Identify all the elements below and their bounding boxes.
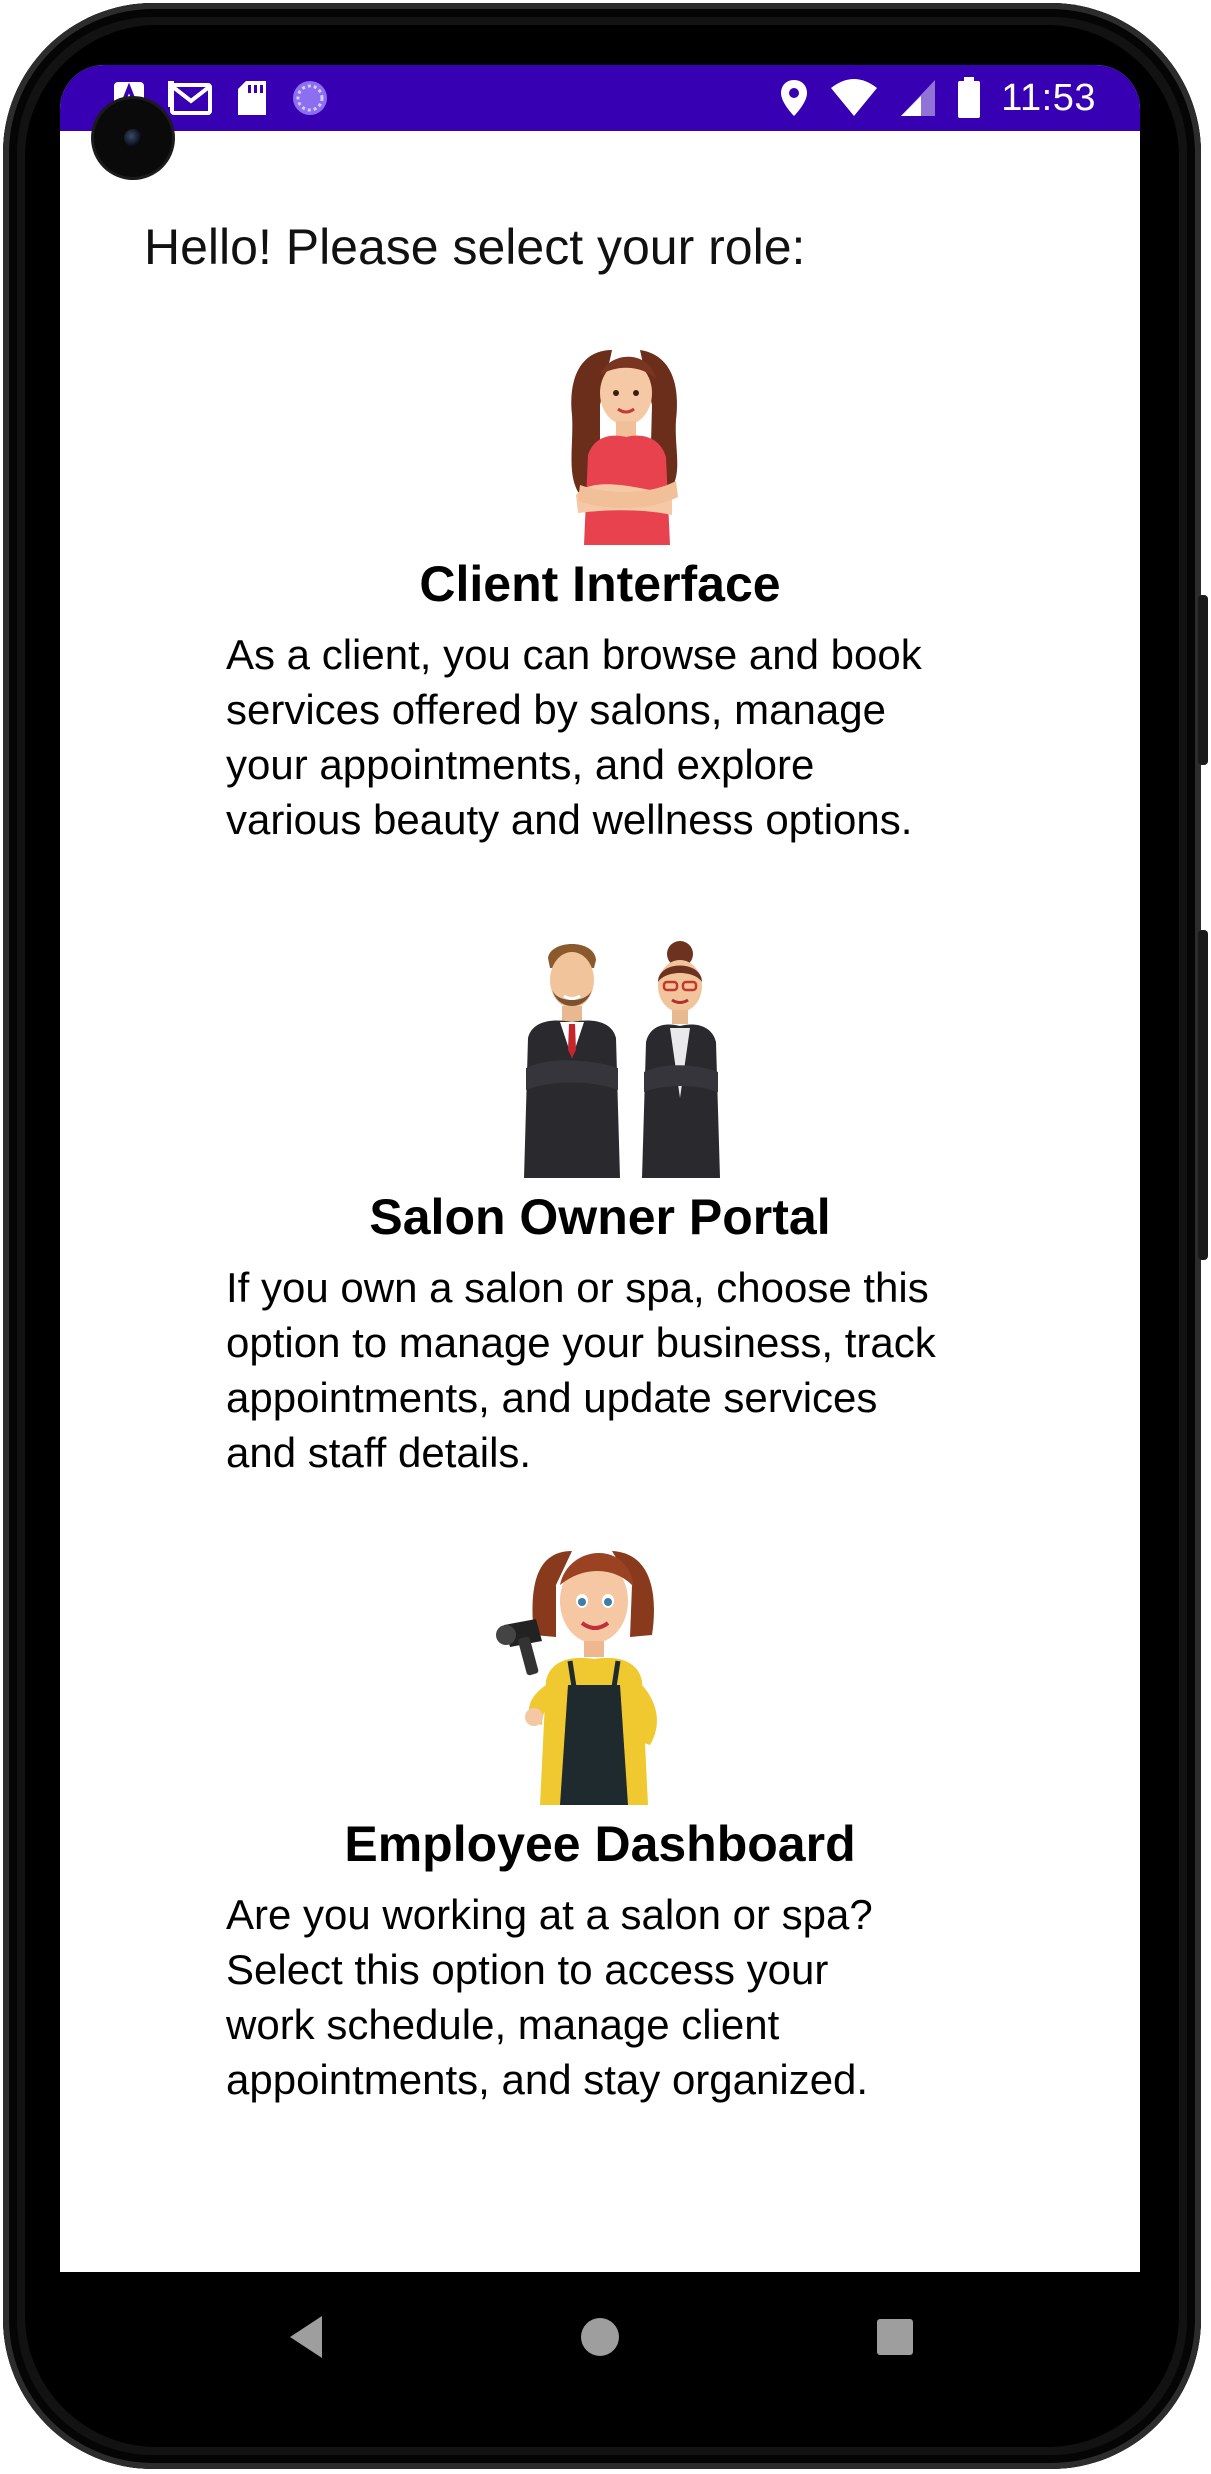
volume-button [1198, 595, 1208, 765]
woman-arms-crossed-illustration [571, 350, 678, 545]
description-line: and staff details. [226, 1429, 532, 1476]
role-description: As a client, you can browse and book ser… [226, 627, 1066, 847]
role-prompt: Hello! Please select your role: [144, 219, 806, 275]
gmail-icon [168, 81, 212, 115]
description-line: If you own a salon or spa, choose this [226, 1264, 929, 1311]
role-title: Salon Owner Portal [369, 1189, 831, 1245]
description-line: option to manage your business, track [226, 1319, 936, 1366]
sync-circle-icon [293, 81, 327, 115]
role-option-client[interactable]: Client Interface As a client, you can br… [60, 345, 1140, 865]
status-time: 11:53 [1001, 76, 1096, 119]
business-couple-illustration [524, 941, 720, 1178]
description-line: As a client, you can browse and book [226, 631, 922, 678]
navigation-bar [60, 2272, 1140, 2402]
role-title: Client Interface [419, 556, 781, 612]
description-line: appointments, and update services [226, 1374, 878, 1421]
status-bar-right-icons: 11:53 [779, 73, 1096, 123]
role-title: Employee Dashboard [344, 1816, 856, 1872]
description-line: services offered by salons, manage [226, 686, 886, 733]
battery-icon [958, 77, 981, 118]
cell-signal-icon [901, 80, 936, 116]
role-option-employee[interactable]: Employee Dashboard Are you working at a … [60, 1545, 1140, 2125]
recents-icon[interactable] [868, 2310, 922, 2364]
sd-card-icon [238, 81, 266, 115]
wifi-icon [831, 79, 878, 116]
description-line: your appointments, and explore [226, 741, 815, 788]
back-icon[interactable] [282, 2310, 336, 2364]
hairdresser-with-dryer-illustration [496, 1551, 657, 1805]
description-line: various beauty and wellness options. [226, 796, 913, 843]
role-description: If you own a salon or spa, choose this o… [226, 1260, 1066, 1480]
role-description: Are you working at a salon or spa? Selec… [226, 1887, 1066, 2107]
description-line: appointments, and stay organized. [226, 2056, 869, 2103]
home-icon[interactable] [573, 2310, 627, 2364]
description-line: work schedule, manage client [226, 2001, 780, 2048]
status-bar: 11:53 [60, 65, 1140, 131]
location-icon [781, 80, 808, 116]
description-line: Are you working at a salon or spa? [226, 1891, 873, 1938]
power-button [1198, 930, 1208, 1260]
app-screen: 11:53 Hello! Please select your role: Cl… [60, 65, 1140, 2272]
description-line: Select this option to access your [226, 1946, 829, 1993]
front-camera [94, 99, 172, 177]
role-option-salon-owner[interactable]: Salon Owner Portal If you own a salon or… [60, 938, 1140, 1498]
